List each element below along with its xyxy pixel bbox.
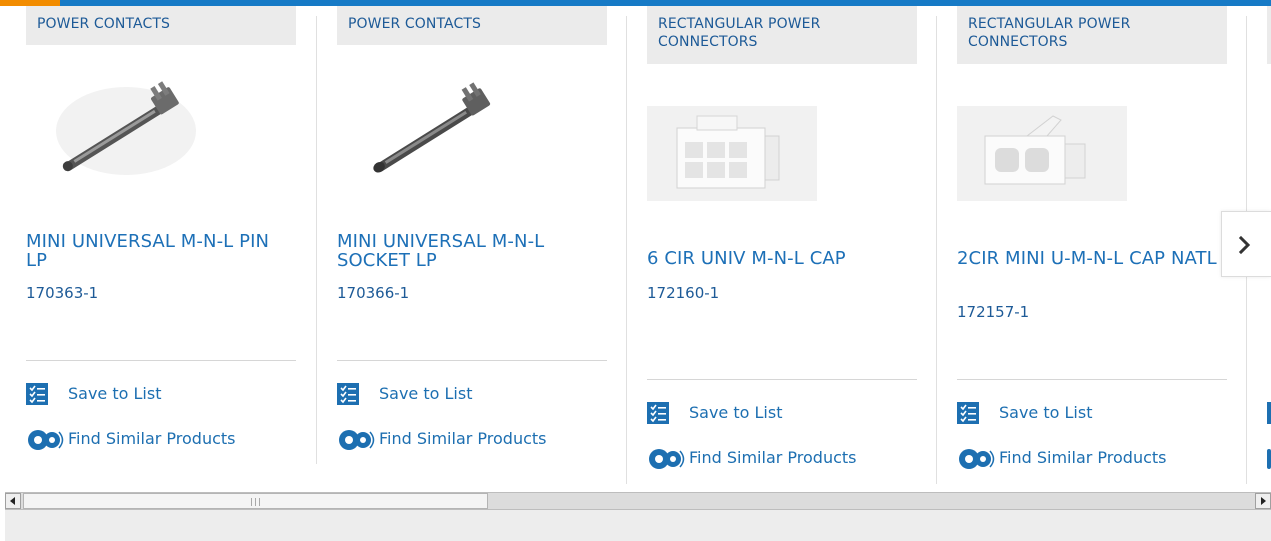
find-similar-button[interactable]: Find Similar Products	[957, 447, 1227, 469]
product-carousel: POWER CONTACTS MINI UNIVERSAL M-N-L PIN …	[0, 6, 1271, 490]
triangle-left-icon	[10, 497, 15, 505]
product-image-pin[interactable]	[36, 66, 216, 176]
find-similar-label: Find Similar Products	[379, 429, 547, 448]
product-category: POWER CONTACTS	[26, 6, 296, 45]
product-image-connector-cap[interactable]	[957, 106, 1127, 201]
product-category: RECTANGULAR POWER CONNECTORS	[957, 6, 1227, 64]
scroll-right-button[interactable]	[1255, 493, 1271, 509]
card-divider	[626, 16, 627, 484]
product-card: RECTANGULAR POWER CONNECTORS 2CIR MINI U…	[957, 6, 1227, 484]
save-to-list-label: Save to List	[379, 384, 473, 403]
chevron-right-icon	[1238, 235, 1251, 255]
find-similar-button[interactable]: Find Similar Products	[647, 447, 917, 469]
find-similar-label: Find Similar Products	[689, 448, 857, 467]
scroll-left-button[interactable]	[5, 493, 21, 509]
gears-icon	[28, 430, 64, 450]
card-separator	[26, 360, 296, 361]
card-divider	[936, 16, 937, 484]
product-card: POWER CONTACTS MINI UNIVERSAL M-N-L PIN …	[26, 6, 296, 484]
product-title-link[interactable]: 6 CIR UNIV M-N-L CAP	[647, 249, 907, 268]
find-similar-button[interactable]: Find Similar Products	[337, 428, 607, 450]
save-to-list-button[interactable]: Save to List	[337, 383, 607, 405]
part-number-link[interactable]: 170363-1	[26, 284, 98, 302]
horizontal-scrollbar[interactable]	[5, 492, 1271, 510]
save-to-list-button[interactable]: Save to List	[26, 383, 296, 405]
save-to-list-button[interactable]: Save to List	[957, 402, 1227, 424]
find-similar-button[interactable]: Find Similar Products	[26, 428, 296, 450]
card-divider	[316, 16, 317, 464]
gears-icon	[649, 449, 685, 469]
product-title-link[interactable]: 2CIR MINI U-M-N-L CAP NATL	[957, 249, 1217, 268]
product-category-partial	[1267, 6, 1271, 64]
checklist-icon	[26, 383, 48, 405]
carousel-next-button[interactable]	[1221, 211, 1271, 277]
part-number-link[interactable]: 172157-1	[957, 303, 1029, 321]
save-to-list-label: Save to List	[68, 384, 162, 403]
checklist-icon	[647, 402, 669, 424]
product-card: RECTANGULAR POWER CONNECTORS 6 CIR UNIV …	[647, 6, 917, 484]
bottom-panel	[5, 510, 1271, 541]
save-to-list-button[interactable]: Save to List	[647, 402, 917, 424]
save-to-list-label: Save to List	[689, 403, 783, 422]
card-separator	[337, 360, 607, 361]
find-similar-label: Find Similar Products	[68, 429, 236, 448]
checklist-icon	[337, 383, 359, 405]
gear-icon-partial	[1267, 449, 1271, 469]
product-category: RECTANGULAR POWER CONNECTORS	[647, 6, 917, 64]
card-separator	[957, 379, 1227, 380]
find-similar-label: Find Similar Products	[999, 448, 1167, 467]
save-to-list-label: Save to List	[999, 403, 1093, 422]
product-category: POWER CONTACTS	[337, 6, 607, 45]
part-number-link[interactable]: 172160-1	[647, 284, 719, 302]
card-separator	[647, 379, 917, 380]
gears-icon	[959, 449, 995, 469]
product-title-link[interactable]: MINI UNIVERSAL M-N-L PIN LP	[26, 232, 286, 270]
grip-icon	[251, 498, 260, 506]
scrollbar-thumb[interactable]	[23, 493, 488, 509]
triangle-right-icon	[1261, 497, 1266, 505]
save-icon-partial	[1267, 402, 1271, 424]
checklist-icon	[957, 402, 979, 424]
product-image-socket[interactable]	[349, 66, 529, 176]
product-image-connector[interactable]	[647, 106, 817, 201]
part-number-link[interactable]: 170366-1	[337, 284, 409, 302]
product-card: POWER CONTACTS MINI UNIVERSAL M-N-L SOCK…	[337, 6, 607, 484]
product-title-link[interactable]: MINI UNIVERSAL M-N-L SOCKET LP	[337, 232, 597, 270]
gears-icon	[339, 430, 375, 450]
